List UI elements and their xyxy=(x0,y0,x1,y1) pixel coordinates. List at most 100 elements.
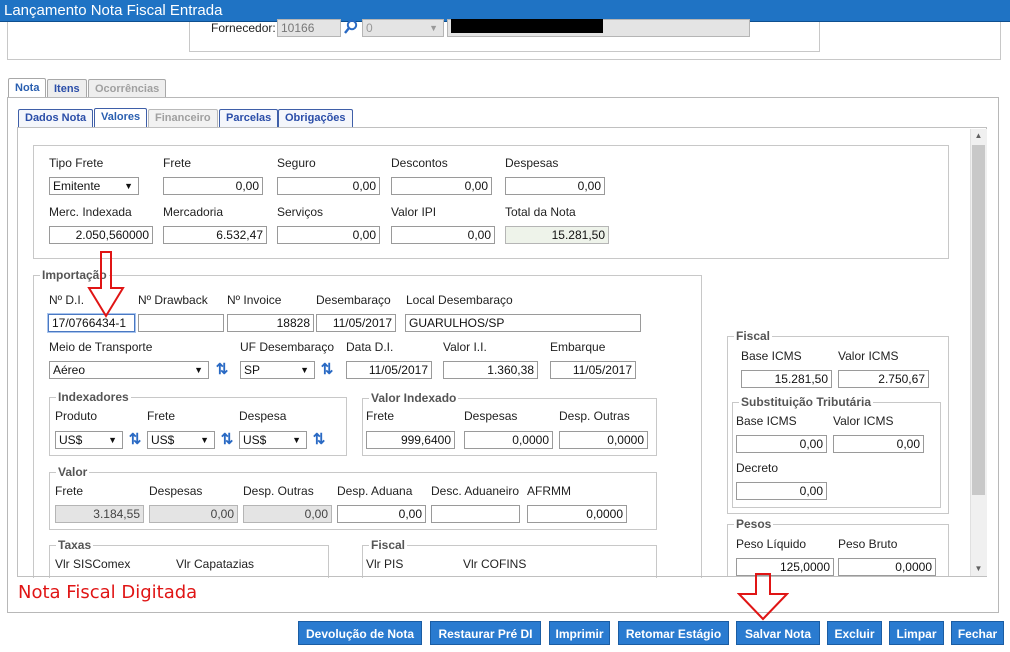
arrow-down-icon xyxy=(87,250,127,318)
salvar-nota-button[interactable]: Salvar Nota xyxy=(736,621,820,645)
refresh-icon[interactable]: ⇅ xyxy=(215,362,229,378)
scroll-up-icon[interactable]: ▲ xyxy=(970,129,987,143)
taxas-legend: Taxas xyxy=(58,538,92,552)
valor-indexado-legend: Valor Indexado xyxy=(371,391,457,405)
fiscal-import-legend: Fiscal xyxy=(371,538,406,552)
peso-bruto-label: Peso Bruto xyxy=(838,537,898,551)
capatazias-label: Vlr Capatazias xyxy=(176,557,255,571)
vi-frete-label: Frete xyxy=(366,409,395,423)
refresh-icon[interactable]: ⇅ xyxy=(220,432,234,448)
meio-transporte-label: Meio de Transporte xyxy=(49,340,153,354)
fiscal-base-icms-field[interactable]: 15.281,50 xyxy=(741,370,832,388)
merc-indexada-field[interactable]: 2.050,560000 xyxy=(49,226,153,244)
devolucao-nota-button[interactable]: Devolução de Nota xyxy=(298,621,422,645)
produto-value: US$ xyxy=(59,433,83,447)
indexador-despesa-select[interactable]: US$ ▼ xyxy=(239,431,307,449)
peso-bruto-field[interactable]: 0,0000 xyxy=(838,558,936,576)
mercadoria-field[interactable]: 6.532,47 xyxy=(163,226,267,244)
drawback-label: Nº Drawback xyxy=(138,293,208,307)
tipo-frete-value: Emitente xyxy=(53,179,101,193)
limpar-button[interactable]: Limpar xyxy=(889,621,944,645)
drawback-field[interactable] xyxy=(138,314,224,332)
indexador-despesa-value: US$ xyxy=(243,433,267,447)
supplier-label: Fornecedor: xyxy=(211,21,276,35)
vi-frete-field[interactable]: 999,6400 xyxy=(366,431,455,449)
supplier-select[interactable]: 0 ▼ xyxy=(362,19,444,37)
invoice-label: Nº Invoice xyxy=(227,293,282,307)
tab-itens[interactable]: Itens xyxy=(47,79,87,98)
siscomex-label: Vlr SISComex xyxy=(55,557,131,571)
meio-transporte-select[interactable]: Aéreo ▼ xyxy=(49,361,209,379)
embarque-field[interactable]: 11/05/2017 xyxy=(550,361,636,379)
tab-ocorrencias[interactable]: Ocorrências xyxy=(88,79,167,98)
descontos-label: Descontos xyxy=(391,156,448,170)
produto-select[interactable]: US$ ▼ xyxy=(55,431,123,449)
data-di-field[interactable]: 11/05/2017 xyxy=(346,361,432,379)
local-desembaraco-field[interactable]: GUARULHOS/SP xyxy=(405,314,641,332)
fiscal-base-icms-label: Base ICMS xyxy=(741,349,802,363)
valor-ipi-field[interactable]: 0,00 xyxy=(391,226,495,244)
tab-financeiro[interactable]: Financeiro xyxy=(148,109,218,127)
refresh-icon[interactable]: ⇅ xyxy=(128,432,142,448)
desc-aduaneiro-field[interactable] xyxy=(431,505,520,523)
tab-parcelas[interactable]: Parcelas xyxy=(219,109,279,127)
tab-valores[interactable]: Valores xyxy=(94,108,148,127)
servicos-field[interactable]: 0,00 xyxy=(277,226,380,244)
retomar-estagio-button[interactable]: Retomar Estágio xyxy=(618,621,729,645)
supplier-code-field[interactable]: 10166 xyxy=(277,19,341,37)
tab-nota[interactable]: Nota xyxy=(8,78,47,98)
pis-label: Vlr PIS xyxy=(366,557,404,571)
st-valor-icms-field[interactable]: 0,00 xyxy=(833,435,924,453)
despesas-field[interactable]: 0,00 xyxy=(505,177,605,195)
restaurar-pre-di-button[interactable]: Restaurar Pré DI xyxy=(430,621,541,645)
tab-dados-nota[interactable]: Dados Nota xyxy=(18,109,94,127)
valor-ii-field[interactable]: 1.360,38 xyxy=(443,361,538,379)
fechar-button[interactable]: Fechar xyxy=(951,621,1004,645)
seguro-field[interactable]: 0,00 xyxy=(277,177,380,195)
uf-desembaraco-select[interactable]: SP ▼ xyxy=(240,361,315,379)
tab-obrigacoes[interactable]: Obrigações xyxy=(278,109,353,127)
indexadores-legend: Indexadores xyxy=(58,390,129,404)
data-di-label: Data D.I. xyxy=(346,340,394,354)
vi-desp-outras-label: Desp. Outras xyxy=(559,409,630,423)
local-desembaraco-label: Local Desembaraço xyxy=(406,293,513,307)
vi-desp-outras-field[interactable]: 0,0000 xyxy=(559,431,648,449)
fiscal-valor-icms-field[interactable]: 2.750,67 xyxy=(838,370,929,388)
frete-field[interactable]: 0,00 xyxy=(163,177,263,195)
refresh-icon[interactable]: ⇅ xyxy=(312,432,326,448)
afrmm-field[interactable]: 0,0000 xyxy=(527,505,627,523)
annotation-text: Nota Fiscal Digitada xyxy=(18,582,198,603)
search-icon[interactable] xyxy=(343,19,359,35)
chevron-down-icon: ▼ xyxy=(194,365,203,375)
vi-despesas-field[interactable]: 0,0000 xyxy=(464,431,553,449)
fiscal-legend: Fiscal xyxy=(736,329,771,343)
st-valor-icms-label: Valor ICMS xyxy=(833,414,894,428)
valor-frete-field: 3.184,55 xyxy=(55,505,144,523)
descontos-field[interactable]: 0,00 xyxy=(391,177,492,195)
scroll-down-icon[interactable]: ▼ xyxy=(970,562,987,576)
desembaraco-field[interactable]: 11/05/2017 xyxy=(316,314,396,332)
embarque-label: Embarque xyxy=(550,340,606,354)
scrollbar-thumb[interactable] xyxy=(972,145,985,495)
despesas-label: Despesas xyxy=(505,156,559,170)
st-base-icms-field[interactable]: 0,00 xyxy=(736,435,827,453)
frete-label: Frete xyxy=(163,156,192,170)
panel-bottom-border xyxy=(17,576,987,577)
substituicao-legend: Substituição Tributária xyxy=(741,395,872,409)
excluir-button[interactable]: Excluir xyxy=(827,621,882,645)
uf-desembaraco-label: UF Desembaraço xyxy=(240,340,335,354)
valor-ipi-label: Valor IPI xyxy=(391,205,437,219)
tipo-frete-select[interactable]: Emitente ▼ xyxy=(49,177,139,195)
refresh-icon[interactable]: ⇅ xyxy=(320,362,334,378)
afrmm-label: AFRMM xyxy=(527,484,571,498)
meio-transporte-value: Aéreo xyxy=(53,363,86,377)
indexador-frete-select[interactable]: US$ ▼ xyxy=(147,431,215,449)
fiscal-valor-icms-label: Valor ICMS xyxy=(838,349,899,363)
redaction-bar xyxy=(451,19,603,33)
desp-aduana-field[interactable]: 0,00 xyxy=(337,505,426,523)
valor-ii-label: Valor I.I. xyxy=(443,340,487,354)
imprimir-button[interactable]: Imprimir xyxy=(549,621,610,645)
decreto-field[interactable]: 0,00 xyxy=(736,482,827,500)
invoice-field[interactable]: 18828 xyxy=(227,314,314,332)
chevron-down-icon: ▼ xyxy=(292,435,301,445)
